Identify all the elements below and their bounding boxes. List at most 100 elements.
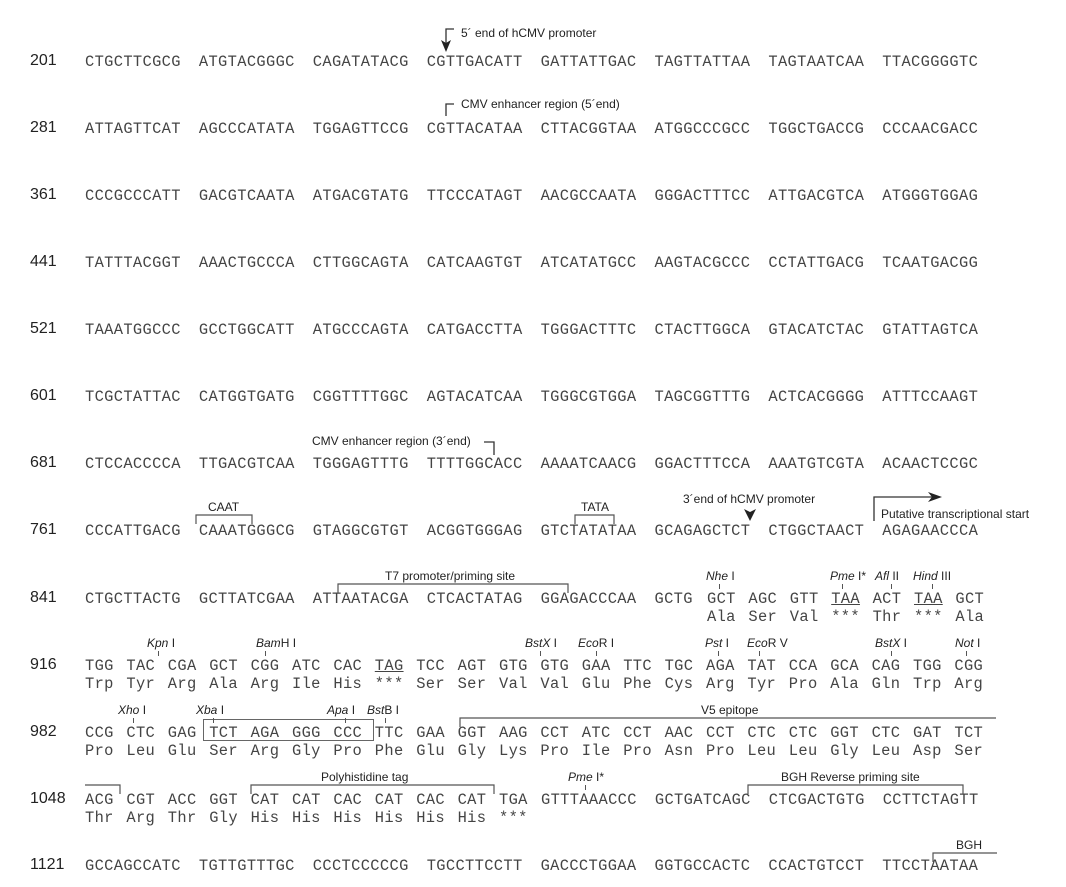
his-tag-label: Polyhistidine tag	[321, 770, 409, 784]
enzyme-name: Apa	[327, 703, 349, 717]
bgh-label: BGH	[956, 838, 983, 852]
hcmv-5-label: 5´ end of hCMV promoter	[461, 26, 597, 40]
sequence-block: GTACATCTAC	[768, 321, 865, 339]
codon: GCT	[209, 657, 238, 675]
sequence-block: TTCCCATAGT	[426, 187, 523, 205]
sequence-block: GCTG	[654, 590, 693, 608]
amino-acid: Phe	[374, 742, 404, 760]
enhancer-5-bracket-icon	[445, 103, 454, 116]
enzyme-suffix: I	[217, 703, 225, 717]
codon: TGG	[85, 657, 114, 675]
amino-acid: Pro	[333, 742, 363, 760]
cut-site-tick	[719, 584, 720, 589]
position-number: 1048	[30, 790, 66, 807]
amino-acid: ***	[374, 675, 404, 693]
restriction-site-label: Hind III	[913, 569, 951, 583]
sequence-block: TCAATGACGG	[882, 254, 979, 272]
codon: CAC	[333, 657, 363, 675]
sequence-block: TGCCTTCCTT	[426, 857, 523, 875]
enzyme-suffix: I*	[592, 770, 605, 784]
amino-acid: Arg	[954, 675, 984, 693]
sequence-block: GGTGCCACTC	[654, 857, 751, 875]
position-number: 681	[30, 454, 57, 471]
restriction-site-label: Nhe I	[706, 569, 735, 583]
position-number: 441	[30, 253, 57, 270]
amino-acid: Pro	[706, 742, 735, 760]
position-number: 281	[30, 119, 57, 136]
codon: CCA	[788, 657, 818, 675]
sequence-block: TTGACGTCAA	[198, 455, 295, 473]
amino-acid: Arg	[167, 675, 197, 693]
sequence-block: CCCGCCCATT	[85, 187, 181, 205]
codon: ACT	[872, 590, 902, 608]
sequence-block: CATGACCTTA	[426, 321, 523, 339]
sequence-block: CTTGGCAGTA	[312, 254, 409, 272]
v5-bracket-end-icon	[85, 784, 121, 794]
enzyme-name: Kpn	[147, 636, 169, 650]
codon: GAA	[581, 657, 611, 675]
sequence-block: CTGCTTACTG	[85, 590, 181, 608]
hcmv-3-label: 3´end of hCMV promoter	[683, 492, 816, 506]
sequence-block: ATGGGTGGAG	[882, 187, 979, 205]
promoter-3-end-arrow-icon	[744, 509, 756, 521]
amino-acid: Glu	[581, 675, 611, 693]
sequence-block: CTTACGGTAA	[540, 120, 637, 138]
enzyme-name: BstX	[875, 636, 901, 650]
position-number: 601	[30, 387, 57, 404]
amino-acid: Val	[499, 675, 528, 693]
amino-acid: His	[416, 809, 445, 827]
bgh-reverse-label: BGH Reverse priming site	[781, 770, 920, 784]
sequence-block: GCAGAGCTCT	[654, 522, 751, 540]
restriction-site-label: Pme I*	[830, 569, 866, 583]
amino-acid: Tyr	[126, 675, 156, 693]
amino-acid: Ile	[581, 742, 611, 760]
sequence-block: AAATGTCGTA	[768, 455, 865, 473]
codon: TAA	[914, 590, 943, 608]
amino-acid: Leu	[747, 742, 777, 760]
sequence-block: AGTACATCAA	[426, 388, 523, 406]
amino-acid: His	[457, 809, 487, 827]
cut-site-tick	[540, 651, 541, 656]
enzyme-suffix: I	[973, 636, 981, 650]
amino-acid: Cys	[664, 675, 694, 693]
sequence-block: TATTTACGGT	[85, 254, 181, 272]
restriction-site-label: Xba I	[196, 703, 224, 717]
amino-acid: Ala	[955, 608, 985, 626]
amino-acid: His	[333, 675, 363, 693]
sequence-block: CAGATATACG	[312, 53, 409, 71]
sequence-block: GACGTCAATA	[198, 187, 295, 205]
sequence-block: AGAGAACCCA	[882, 522, 979, 540]
enhancer-3-bracket-icon	[484, 441, 495, 455]
sequence-block: TAGTAATCAA	[768, 53, 865, 71]
cut-site-tick	[345, 718, 346, 723]
restriction-site-label: BstX I	[525, 636, 557, 650]
enzyme-name: Bam	[256, 636, 281, 650]
codon: AGA	[706, 657, 735, 675]
codon: CTC	[126, 724, 156, 742]
restriction-site-label: BstB I	[367, 703, 399, 717]
sequence-block: AAAATCAACG	[540, 455, 637, 473]
position-number: 521	[30, 320, 57, 337]
enzyme-name: Pme	[830, 569, 855, 583]
sequence-block: CTCCACCCCA	[85, 455, 181, 473]
sequence-block: ATTGACGTCA	[768, 187, 865, 205]
amino-acid: Ser	[954, 742, 984, 760]
enzyme-name: Pme	[568, 770, 593, 784]
enzyme-name: Pst	[705, 636, 723, 650]
amino-acid: Pro	[85, 742, 114, 760]
amino-acid: Phe	[623, 675, 652, 693]
amino-acid: Thr	[167, 809, 197, 827]
cut-site-tick	[213, 718, 214, 723]
codon: CGA	[167, 657, 197, 675]
sequence-block: AGCCCATATA	[198, 120, 295, 138]
sequence-block: CCTATTGACG	[768, 254, 865, 272]
sequence-block: ATTTCCAAGT	[882, 388, 979, 406]
restriction-site-label: EcoR V	[747, 636, 788, 650]
enzyme-suffix: I	[722, 636, 730, 650]
amino-acid: Arg	[706, 675, 735, 693]
sequence-block: GCTTATCGAA	[198, 590, 295, 608]
sequence-block: TCGCTATTAC	[85, 388, 181, 406]
amino-acid: His	[292, 809, 321, 827]
amino-acid: Ser	[457, 675, 487, 693]
cut-site-tick	[759, 651, 760, 656]
